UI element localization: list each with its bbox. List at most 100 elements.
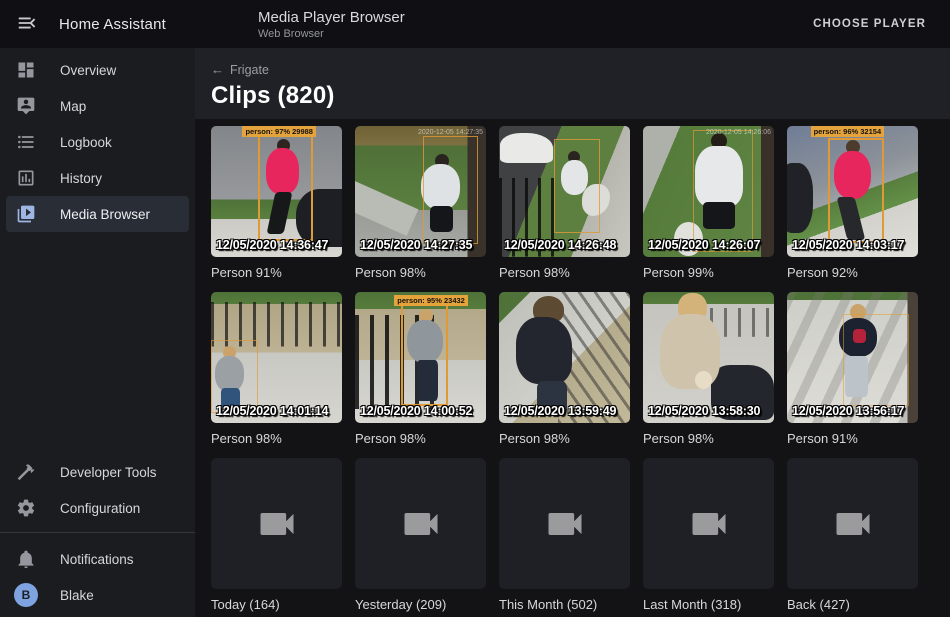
- clip-card[interactable]: 12/05/2020 14:26:48 Person 98%: [499, 126, 630, 280]
- hammer-icon: [16, 462, 36, 482]
- clip-thumbnail[interactable]: 12/05/2020 13:59:49: [499, 292, 630, 423]
- folder-thumbnail[interactable]: [211, 458, 342, 589]
- clip-thumbnail[interactable]: 12/05/2020 14:01:14: [211, 292, 342, 423]
- folder-label: This Month (502): [499, 597, 630, 612]
- clip-timestamp: 12/05/2020 13:56:17: [792, 404, 904, 418]
- folder-card-this-month[interactable]: This Month (502): [499, 458, 630, 612]
- sidebar-item-label: Configuration: [60, 501, 140, 516]
- clip-card[interactable]: 12/05/2020 14:01:14 Person 98%: [211, 292, 342, 446]
- list-bulleted-icon: [16, 132, 36, 152]
- clip-timestamp: 12/05/2020 13:59:49: [504, 404, 616, 418]
- clip-thumbnail[interactable]: 2020-12-05 14:26:06 12/05/2020 14:26:07: [643, 126, 774, 257]
- clip-card[interactable]: person: 97% 29988 12/05/2020 14:36:47 Pe…: [211, 126, 342, 280]
- detection-label: person: 97% 29988: [242, 126, 316, 137]
- folder-label: Yesterday (209): [355, 597, 486, 612]
- sidebar-item-label: History: [60, 171, 102, 186]
- sidebar-header: Home Assistant: [0, 12, 195, 36]
- play-box-multiple-icon: [16, 204, 36, 224]
- view-dashboard-icon: [16, 60, 36, 80]
- sidebar-item-label: Media Browser: [60, 207, 150, 222]
- clip-card[interactable]: 12/05/2020 13:56:17 Person 91%: [787, 292, 918, 446]
- tooltip-account-icon: [16, 96, 36, 116]
- sidebar-item-notifications[interactable]: Notifications: [6, 541, 189, 577]
- back-arrow-icon: ←: [211, 62, 224, 77]
- clip-timestamp: 12/05/2020 14:26:48: [504, 238, 616, 252]
- sidebar-item-label: Overview: [60, 63, 116, 78]
- sidebar-item-developer-tools[interactable]: Developer Tools: [6, 454, 189, 490]
- video-icon: [831, 502, 875, 546]
- clip-caption: Person 92%: [787, 265, 918, 280]
- chart-box-icon: [16, 168, 36, 188]
- avatar: B: [14, 583, 38, 607]
- sidebar-item-label: Logbook: [60, 135, 112, 150]
- thumb-art: [500, 133, 552, 163]
- clip-thumbnail[interactable]: 2020-12-05 14:27:35 12/05/2020 14:27:35: [355, 126, 486, 257]
- camera-timestamp: 2020-12-05 14:27:35: [418, 129, 483, 136]
- sidebar-item-history[interactable]: History: [6, 160, 189, 196]
- page-subheading: Web Browser: [258, 28, 405, 40]
- sidebar: Overview Map Logbook History Media Brows…: [0, 48, 195, 617]
- sidebar-divider: [0, 532, 195, 533]
- folder-thumbnail[interactable]: [355, 458, 486, 589]
- clip-timestamp: 12/05/2020 14:26:07: [648, 238, 760, 252]
- detection-bbox: [693, 130, 753, 252]
- app-header: Home Assistant Media Player Browser Web …: [0, 0, 950, 48]
- camera-timestamp: 2020-12-05 14:26:06: [706, 129, 771, 136]
- clip-thumbnail[interactable]: person: 97% 29988 12/05/2020 14:36:47: [211, 126, 342, 257]
- clip-timestamp: 12/05/2020 14:00:52: [360, 404, 472, 418]
- video-icon: [543, 502, 587, 546]
- detection-label: person: 95% 23432: [394, 295, 468, 306]
- clip-card[interactable]: 12/05/2020 13:59:49 Person 98%: [499, 292, 630, 446]
- sidebar-item-profile[interactable]: B Blake: [6, 577, 189, 613]
- folder-card-last-month[interactable]: Last Month (318): [643, 458, 774, 612]
- clip-thumbnail[interactable]: 12/05/2020 13:58:30: [643, 292, 774, 423]
- content-header: ← Frigate Clips (820): [195, 48, 950, 119]
- clip-caption: Person 98%: [499, 265, 630, 280]
- clip-thumbnail[interactable]: person: 95% 23432 12/05/2020 14:00:52: [355, 292, 486, 423]
- media-player-heading: Media Player Browser Web Browser: [258, 9, 405, 40]
- clip-thumbnail[interactable]: person: 96% 32154 12/05/2020 14:03:17: [787, 126, 918, 257]
- clip-caption: Person 98%: [355, 265, 486, 280]
- clip-card[interactable]: person: 95% 23432 12/05/2020 14:00:52 Pe…: [355, 292, 486, 446]
- clip-caption: Person 98%: [211, 431, 342, 446]
- clip-card[interactable]: 2020-12-05 14:27:35 12/05/2020 14:27:35 …: [355, 126, 486, 280]
- choose-player-button[interactable]: CHOOSE PLAYER: [805, 10, 934, 38]
- thumb-art: [695, 371, 712, 389]
- clip-caption: Person 98%: [355, 431, 486, 446]
- thumb-art: [516, 317, 572, 384]
- clip-thumbnail[interactable]: 12/05/2020 13:56:17: [787, 292, 918, 423]
- detection-bbox: [843, 314, 909, 406]
- folder-card-back[interactable]: Back (427): [787, 458, 918, 612]
- clip-caption: Person 98%: [499, 431, 630, 446]
- detection-bbox: [828, 138, 884, 243]
- menu-open-icon[interactable]: [16, 12, 40, 36]
- clip-thumbnail[interactable]: 12/05/2020 14:26:48: [499, 126, 630, 257]
- breadcrumb-back[interactable]: ← Frigate: [211, 62, 269, 77]
- clip-caption: Person 91%: [787, 431, 918, 446]
- breadcrumb-label: Frigate: [230, 63, 269, 77]
- sidebar-item-logbook[interactable]: Logbook: [6, 124, 189, 160]
- clip-caption: Person 98%: [643, 431, 774, 446]
- clip-timestamp: 12/05/2020 14:03:17: [792, 238, 904, 252]
- sidebar-item-map[interactable]: Map: [6, 88, 189, 124]
- folder-card-today[interactable]: Today (164): [211, 458, 342, 612]
- folder-thumbnail[interactable]: [787, 458, 918, 589]
- sidebar-item-media-browser[interactable]: Media Browser: [6, 196, 189, 232]
- detection-bbox: [211, 340, 258, 412]
- clip-card[interactable]: person: 96% 32154 12/05/2020 14:03:17 Pe…: [787, 126, 918, 280]
- folder-card-yesterday[interactable]: Yesterday (209): [355, 458, 486, 612]
- folder-label: Today (164): [211, 597, 342, 612]
- media-grid-container: person: 97% 29988 12/05/2020 14:36:47 Pe…: [195, 119, 950, 617]
- folder-thumbnail[interactable]: [643, 458, 774, 589]
- clip-timestamp: 12/05/2020 14:27:35: [360, 238, 472, 252]
- clip-timestamp: 12/05/2020 14:36:47: [216, 238, 328, 252]
- sidebar-item-overview[interactable]: Overview: [6, 52, 189, 88]
- folder-thumbnail[interactable]: [499, 458, 630, 589]
- clip-card[interactable]: 2020-12-05 14:26:06 12/05/2020 14:26:07 …: [643, 126, 774, 280]
- app-title: Home Assistant: [59, 16, 166, 33]
- sidebar-item-configuration[interactable]: Configuration: [6, 490, 189, 526]
- sidebar-item-label: Developer Tools: [60, 465, 157, 480]
- page-title: Clips (820): [211, 82, 950, 110]
- gear-icon: [16, 498, 36, 518]
- clip-card[interactable]: 12/05/2020 13:58:30 Person 98%: [643, 292, 774, 446]
